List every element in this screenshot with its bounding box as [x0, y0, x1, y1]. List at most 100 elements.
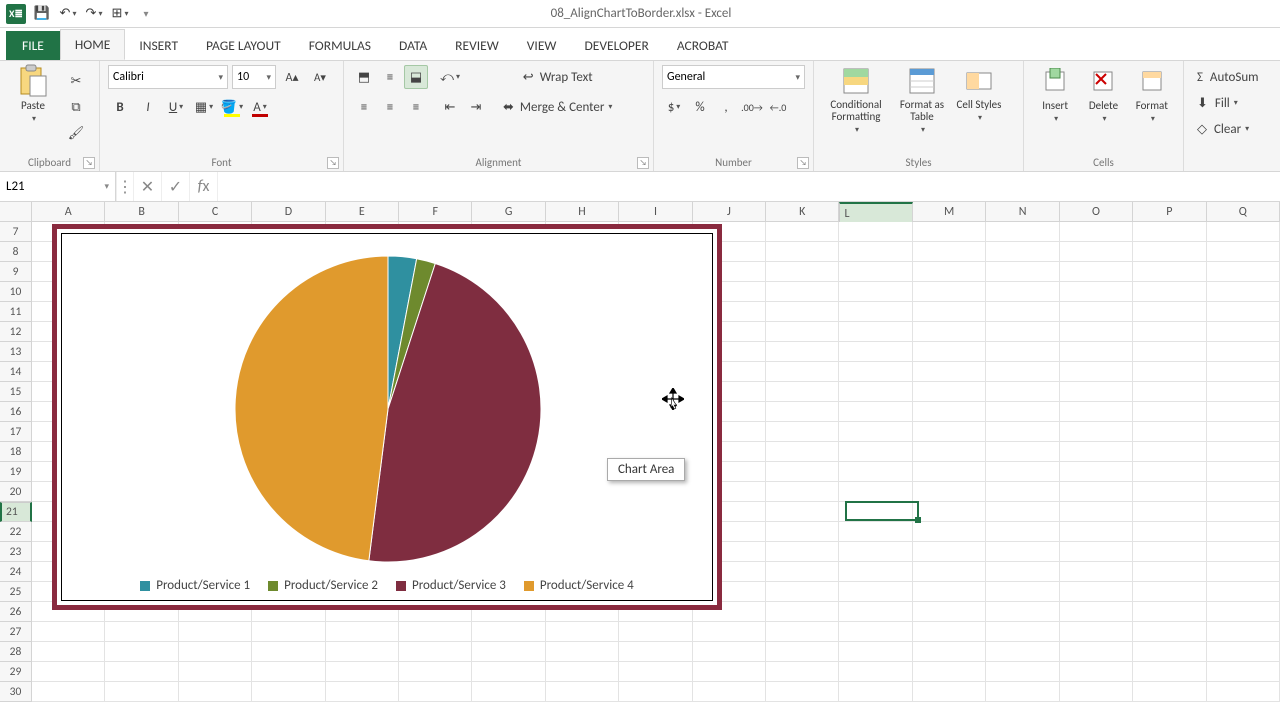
cell[interactable]: [1060, 222, 1133, 242]
cell[interactable]: [839, 662, 912, 682]
cell[interactable]: [986, 342, 1059, 362]
cell[interactable]: [105, 662, 178, 682]
cell[interactable]: [1207, 682, 1280, 702]
insert-cells-button[interactable]: Insert▾: [1032, 65, 1078, 124]
cell[interactable]: [1060, 642, 1133, 662]
cell[interactable]: [1060, 322, 1133, 342]
cell[interactable]: [1207, 302, 1280, 322]
cell[interactable]: [839, 602, 912, 622]
cell[interactable]: [913, 582, 986, 602]
cell[interactable]: [1207, 382, 1280, 402]
cell[interactable]: [913, 242, 986, 262]
cell[interactable]: [913, 602, 986, 622]
cell[interactable]: [1133, 442, 1206, 462]
cell[interactable]: [1133, 422, 1206, 442]
cell[interactable]: [326, 662, 399, 682]
cell[interactable]: [1060, 362, 1133, 382]
tab-home[interactable]: HOME: [60, 29, 125, 60]
column-header[interactable]: A: [32, 202, 105, 222]
cell[interactable]: [619, 662, 692, 682]
align-left-icon[interactable]: ≡: [352, 95, 376, 119]
number-format-select[interactable]: General▾: [662, 65, 805, 89]
cell[interactable]: [105, 642, 178, 662]
cell[interactable]: [839, 362, 912, 382]
format-as-table-button[interactable]: Format as Table▾: [892, 65, 952, 135]
cell[interactable]: [986, 322, 1059, 342]
cell[interactable]: [766, 502, 839, 522]
cell[interactable]: [766, 402, 839, 422]
cell[interactable]: [472, 622, 545, 642]
fill-color-button[interactable]: 🪣▾: [220, 95, 244, 119]
row-header[interactable]: 26: [0, 602, 32, 622]
cell[interactable]: [1133, 582, 1206, 602]
cell[interactable]: [986, 442, 1059, 462]
cell[interactable]: [1060, 542, 1133, 562]
row-header[interactable]: 10: [0, 282, 32, 302]
cell[interactable]: [252, 682, 325, 702]
row-header[interactable]: 20: [0, 482, 32, 502]
column-header[interactable]: O: [1060, 202, 1133, 222]
row-header[interactable]: 22: [0, 522, 32, 542]
pie-plot[interactable]: [62, 234, 714, 576]
cell[interactable]: [986, 482, 1059, 502]
cell[interactable]: [913, 422, 986, 442]
cell[interactable]: [766, 302, 839, 322]
cell[interactable]: [986, 542, 1059, 562]
cell[interactable]: [913, 642, 986, 662]
cell[interactable]: [1060, 402, 1133, 422]
cell[interactable]: [1133, 562, 1206, 582]
cell[interactable]: [913, 502, 986, 522]
column-header[interactable]: C: [179, 202, 252, 222]
cell[interactable]: [1133, 522, 1206, 542]
cell[interactable]: [1133, 662, 1206, 682]
legend-item[interactable]: Product/Service 1: [140, 578, 250, 593]
cut-icon[interactable]: ✂: [64, 69, 88, 93]
cell[interactable]: [913, 482, 986, 502]
number-launcher[interactable]: ↘: [797, 157, 809, 169]
cell[interactable]: [986, 242, 1059, 262]
cell[interactable]: [1060, 622, 1133, 642]
cell[interactable]: [913, 682, 986, 702]
cell[interactable]: [1133, 502, 1206, 522]
cell[interactable]: [986, 422, 1059, 442]
cell[interactable]: [766, 382, 839, 402]
cell[interactable]: [693, 642, 766, 662]
cell[interactable]: [1060, 502, 1133, 522]
column-header[interactable]: G: [472, 202, 545, 222]
cell[interactable]: [1207, 522, 1280, 542]
cell[interactable]: [913, 522, 986, 542]
enter-formula-icon[interactable]: ✓: [162, 172, 190, 201]
cell[interactable]: [1133, 382, 1206, 402]
cell[interactable]: [472, 682, 545, 702]
cell[interactable]: [766, 482, 839, 502]
cell[interactable]: [179, 682, 252, 702]
cell[interactable]: [839, 522, 912, 542]
cell[interactable]: [1060, 342, 1133, 362]
copy-icon[interactable]: ⧉: [64, 95, 88, 119]
cell[interactable]: [766, 642, 839, 662]
row-header[interactable]: 28: [0, 642, 32, 662]
align-right-icon[interactable]: ≡: [404, 95, 428, 119]
cell[interactable]: [766, 442, 839, 462]
cell[interactable]: [986, 302, 1059, 322]
cell[interactable]: [766, 622, 839, 642]
tab-file[interactable]: FILE: [6, 31, 60, 60]
cell[interactable]: [1133, 642, 1206, 662]
cell[interactable]: [913, 382, 986, 402]
cell[interactable]: [1207, 362, 1280, 382]
column-header[interactable]: J: [693, 202, 766, 222]
tab-insert[interactable]: INSERT: [125, 31, 192, 60]
cell[interactable]: [766, 322, 839, 342]
embedded-chart[interactable]: Product/Service 1Product/Service 2Produc…: [52, 224, 722, 610]
font-launcher[interactable]: ↘: [327, 157, 339, 169]
cell[interactable]: [1060, 422, 1133, 442]
row-header[interactable]: 30: [0, 682, 32, 702]
format-cells-button[interactable]: Format▾: [1129, 65, 1175, 124]
cell[interactable]: [839, 382, 912, 402]
cell[interactable]: [766, 282, 839, 302]
cell[interactable]: [766, 362, 839, 382]
cell[interactable]: [399, 662, 472, 682]
cell[interactable]: [546, 682, 619, 702]
cell[interactable]: [986, 402, 1059, 422]
insert-function-icon[interactable]: fx: [190, 172, 218, 201]
